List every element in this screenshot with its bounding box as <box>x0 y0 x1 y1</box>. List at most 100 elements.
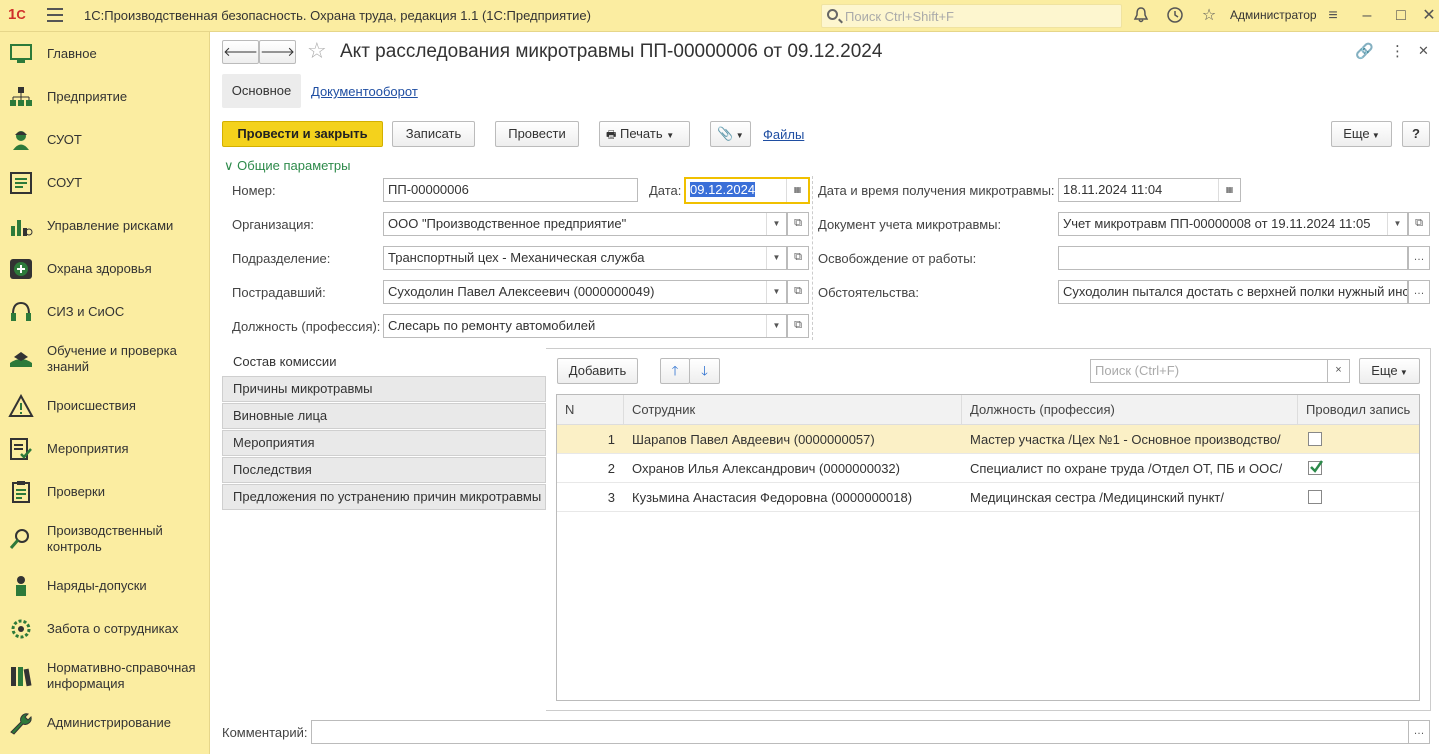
more-button[interactable]: Еще ▼ <box>1331 121 1392 147</box>
sidebar-item-main[interactable]: Главное <box>0 34 210 74</box>
open-dept-button[interactable]: ⧉ <box>787 246 809 270</box>
row-employee: Охранов Илья Александрович (0000000032) <box>632 461 900 476</box>
sidebar-item-care[interactable]: Забота о сотрудниках <box>0 609 210 649</box>
table-row[interactable]: 1 Шарапов Павел Авдеевич (0000000057) Ма… <box>557 425 1419 454</box>
link-icon[interactable]: 🔗 <box>1355 42 1374 60</box>
sidebar-item-enterprise[interactable]: Предприятие <box>0 77 210 117</box>
release-select-button[interactable]: … <box>1408 246 1430 270</box>
tab-main[interactable]: Основное <box>222 74 301 108</box>
sidebar-item-sout[interactable]: СОУТ <box>0 163 210 203</box>
section-measures[interactable]: Мероприятия <box>222 430 546 456</box>
close-window-icon[interactable]: ✕ <box>1419 6 1439 26</box>
help-button[interactable]: ? <box>1402 121 1430 147</box>
forward-button[interactable]: 🡒 <box>259 40 296 64</box>
open-org-button[interactable]: ⧉ <box>787 212 809 236</box>
calendar-icon[interactable]: ▦ <box>786 179 808 202</box>
move-up-button[interactable]: 🡑 <box>660 358 690 384</box>
sidebar-item-incidents[interactable]: Происшествия <box>0 386 210 426</box>
sidebar-item-risks[interactable]: Управление рисками <box>0 206 210 246</box>
settings-lines-icon[interactable]: ≡ <box>1323 6 1343 26</box>
dept-field[interactable]: Транспортный цех - Механическая служба ▼ <box>383 246 787 270</box>
save-button[interactable]: Записать <box>392 121 475 147</box>
favorite-star-icon[interactable]: ☆ <box>307 38 327 64</box>
release-field[interactable] <box>1058 246 1408 270</box>
sidebar-item-inspections[interactable]: Проверки <box>0 472 210 512</box>
date-field[interactable]: 09.12.2024 ▦ <box>684 177 810 204</box>
chevron-down-icon[interactable]: ▼ <box>1387 213 1407 235</box>
accounting-doc-value: Учет микротравм ПП-00000008 от 19.11.202… <box>1063 216 1371 231</box>
sidebar-item-label: Забота о сотрудниках <box>47 621 179 636</box>
add-row-button[interactable]: Добавить <box>557 358 638 384</box>
section-proposals[interactable]: Предложения по устранению причин микротр… <box>222 484 546 510</box>
victim-field[interactable]: Суходолин Павел Алексеевич (0000000049) … <box>383 280 787 304</box>
menu-icon[interactable] <box>47 8 63 22</box>
sidebar-item-label: Проверки <box>47 484 105 499</box>
bell-icon[interactable] <box>1131 6 1151 26</box>
chevron-down-icon[interactable]: ▼ <box>766 281 786 303</box>
move-down-button[interactable]: 🡓 <box>689 358 720 384</box>
commission-table[interactable]: N Сотрудник Должность (профессия) Провод… <box>556 394 1420 701</box>
section-consequences[interactable]: Последствия <box>222 457 546 483</box>
section-commission[interactable]: Состав комиссии <box>222 349 546 375</box>
comment-field[interactable] <box>311 720 1409 744</box>
sidebar-item-production-control[interactable]: Производственный контроль <box>0 515 210 567</box>
column-header-position[interactable]: Должность (профессия) <box>962 395 1298 425</box>
minimize-icon[interactable]: – <box>1357 6 1377 26</box>
table-row[interactable]: 3 Кузьмина Анастасия Федоровна (00000000… <box>557 483 1419 512</box>
table-search-input[interactable]: Поиск (Ctrl+F) <box>1090 359 1328 383</box>
position-field[interactable]: Слесарь по ремонту автомобилей ▼ <box>383 314 787 338</box>
accounting-doc-field[interactable]: Учет микротравм ПП-00000008 от 19.11.202… <box>1058 212 1408 236</box>
more-actions-icon[interactable]: ⋮ <box>1390 42 1405 60</box>
sidebar-item-suot[interactable]: СУОТ <box>0 120 210 160</box>
post-and-close-button[interactable]: Провести и закрыть <box>222 121 383 147</box>
sidebar-item-measures[interactable]: Мероприятия <box>0 429 210 469</box>
history-icon[interactable] <box>1165 6 1185 26</box>
table-more-button[interactable]: Еще ▼ <box>1359 358 1420 384</box>
sidebar-item-permits[interactable]: Наряды-допуски <box>0 566 210 606</box>
clear-search-button[interactable]: × <box>1327 359 1350 383</box>
files-link[interactable]: Файлы <box>763 127 804 142</box>
chevron-down-icon[interactable]: ▼ <box>766 247 786 269</box>
open-position-button[interactable]: ⧉ <box>787 314 809 338</box>
recorded-checkbox[interactable] <box>1308 460 1323 475</box>
more-label: Еще <box>1343 126 1370 141</box>
arrow-up-icon: 🡑 <box>671 363 679 378</box>
section-guilty[interactable]: Виновные лица <box>222 403 546 429</box>
star-icon[interactable]: ☆ <box>1199 6 1219 26</box>
sidebar-item-training[interactable]: Обучение и проверка знаний <box>0 335 210 387</box>
column-header-n[interactable]: N <box>557 395 624 425</box>
chevron-down-icon[interactable]: ▼ <box>766 315 786 337</box>
global-search-input[interactable]: Поиск Ctrl+Shift+F <box>821 4 1122 28</box>
received-field[interactable]: 18.11.2024 11:04 ▦ <box>1058 178 1241 202</box>
recorded-checkbox[interactable] <box>1308 490 1322 504</box>
attach-button[interactable]: 📎 ▼ <box>710 121 751 147</box>
print-button[interactable]: 🖶 Печать ▼ <box>599 121 690 147</box>
chevron-down-icon[interactable]: ▼ <box>766 213 786 235</box>
recorded-checkbox[interactable] <box>1308 432 1322 446</box>
group-toggle[interactable]: ∨ Общие параметры <box>224 158 351 174</box>
table-row[interactable]: 2 Охранов Илья Александрович (0000000032… <box>557 454 1419 483</box>
user-name[interactable]: Администратор <box>1230 8 1317 22</box>
org-field[interactable]: ООО "Производственное предприятие" ▼ <box>383 212 787 236</box>
tab-docflow[interactable]: Документооборот <box>311 84 418 99</box>
sidebar-item-reference[interactable]: Нормативно-справочная информация <box>0 652 210 704</box>
section-causes[interactable]: Причины микротравмы <box>222 376 546 402</box>
number-field[interactable]: ПП-00000006 <box>383 178 638 202</box>
sidebar-item-health[interactable]: Охрана здоровья <box>0 249 210 289</box>
column-header-recorded[interactable]: Проводил запись <box>1298 395 1419 425</box>
sidebar-item-admin[interactable]: Администрирование <box>0 703 210 743</box>
maximize-icon[interactable]: □ <box>1391 6 1411 26</box>
column-header-employee[interactable]: Сотрудник <box>624 395 962 425</box>
back-button[interactable]: 🡐 <box>222 40 259 64</box>
dept-value: Транспортный цех - Механическая служба <box>388 250 645 265</box>
open-victim-button[interactable]: ⧉ <box>787 280 809 304</box>
post-button[interactable]: Провести <box>495 121 579 147</box>
circumstances-select-button[interactable]: … <box>1408 280 1430 304</box>
sidebar-item-ppe[interactable]: СИЗ и СиОС <box>0 292 210 332</box>
comment-select-button[interactable]: … <box>1408 720 1430 744</box>
calendar-icon[interactable]: ▦ <box>1218 179 1240 201</box>
clipboard-icon <box>8 480 34 504</box>
close-form-icon[interactable]: ✕ <box>1418 43 1429 59</box>
circumstances-field[interactable]: Суходолин пытался достать с верхней полк… <box>1058 280 1408 304</box>
open-accounting-doc-button[interactable]: ⧉ <box>1408 212 1430 236</box>
